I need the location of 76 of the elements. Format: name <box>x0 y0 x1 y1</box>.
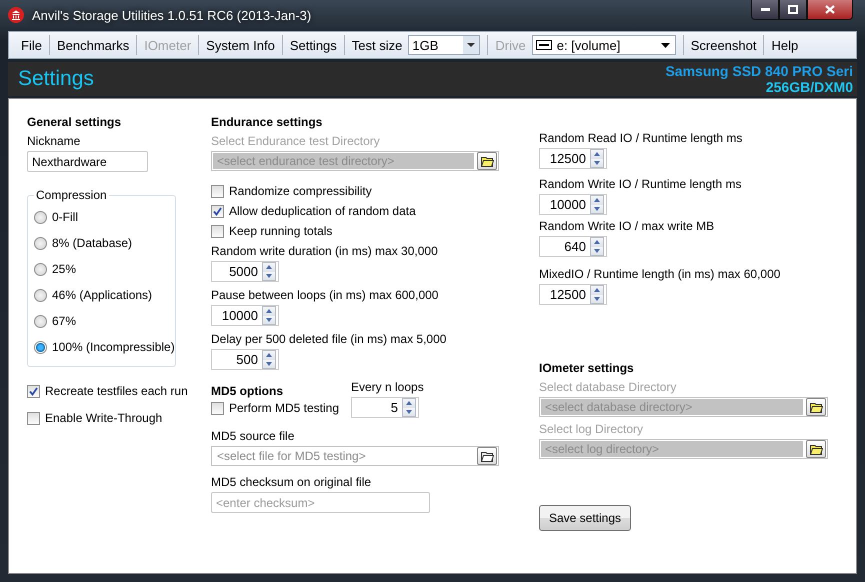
drive-label: Drive <box>494 38 527 52</box>
radio-label: 25% <box>52 262 76 276</box>
radio-button[interactable] <box>34 210 47 224</box>
maximize-button[interactable] <box>779 0 807 20</box>
drive-icon <box>536 40 552 50</box>
number-spinner[interactable]: 10000 <box>211 305 279 326</box>
app-icon <box>8 7 24 23</box>
radio-label: 46% (Applications) <box>52 288 152 302</box>
field-label: Select log Directory <box>539 422 644 436</box>
checkbox[interactable] <box>211 402 224 414</box>
checkbox-label: Randomize compressibility <box>229 184 372 198</box>
field-label: MixedIO / Runtime length (in ms) max 60,000 <box>539 267 780 281</box>
checkbox-label: Recreate testfiles each run <box>45 384 188 398</box>
number-spinner[interactable]: 12500 <box>539 148 607 169</box>
checkbox[interactable] <box>211 224 224 238</box>
dropdown-arrow-icon <box>660 42 670 48</box>
maximize-icon <box>788 5 798 14</box>
menu-item[interactable]: Benchmarks <box>50 38 136 52</box>
radio-label: 100% (Incompressible) <box>52 340 175 354</box>
minimize-button[interactable] <box>751 0 779 20</box>
checkbox[interactable] <box>211 184 224 198</box>
menu-item[interactable]: File <box>15 38 48 52</box>
section-heading: MD5 options <box>211 384 284 398</box>
menu-item[interactable]: Help <box>765 38 804 52</box>
checkbox[interactable] <box>211 204 224 218</box>
radio-button[interactable] <box>34 262 47 276</box>
radio-label: 0-Fill <box>52 210 78 224</box>
field-label: Random write duration (in ms) max 30,000 <box>211 244 438 258</box>
number-spinner[interactable]: 10000 <box>539 194 607 215</box>
radio-button[interactable] <box>34 340 47 354</box>
field-label: Select database Directory <box>539 380 676 394</box>
test-size-dropdown[interactable]: 1GB <box>408 35 480 55</box>
radio-button[interactable] <box>34 288 47 302</box>
menu-item[interactable]: System Info <box>200 38 281 52</box>
checkbox[interactable] <box>27 384 40 398</box>
field-label: Nickname <box>27 134 80 148</box>
radio-button[interactable] <box>34 236 47 250</box>
field-label: Every n loops <box>351 380 424 394</box>
section-heading: General settings <box>27 115 122 129</box>
nickname-field[interactable]: Nexthardware <box>27 151 148 172</box>
number-spinner[interactable]: 5 <box>351 397 419 418</box>
section-heading: IOmeter settings <box>539 361 634 375</box>
field-label: Random Write IO / max write MB <box>539 219 714 233</box>
number-spinner[interactable]: 640 <box>539 236 607 257</box>
checksum-field[interactable]: <enter checksum> <box>211 492 430 513</box>
minimize-icon <box>760 8 770 11</box>
checkbox-label: Enable Write-Through <box>45 411 162 425</box>
field-label: MD5 checksum on original file <box>211 475 372 489</box>
page-title: Settings <box>18 67 94 91</box>
close-icon <box>825 5 835 14</box>
checkbox-label: Perform MD5 testing <box>229 401 340 415</box>
radio-button[interactable] <box>34 314 47 328</box>
menu-item[interactable]: Settings <box>284 38 343 52</box>
radio-label: 8% (Database) <box>52 236 132 250</box>
window-title: Anvil's Storage Utilities 1.0.51 RC6 (2013-Jan-3) <box>32 8 312 22</box>
field-label: Delay per 500 deleted file (in ms) max 5,000 <box>211 332 446 346</box>
checkbox-label: Keep running totals <box>229 224 332 238</box>
field-label: Random Read IO / Runtime length ms <box>539 131 742 145</box>
checkbox[interactable] <box>27 412 40 424</box>
device-name: Samsung SSD 840 PRO Seri <box>665 63 853 79</box>
field-label: Random Write IO / Runtime length ms <box>539 177 742 191</box>
radio-label: 67% <box>52 314 76 328</box>
field-label: MD5 source file <box>211 429 294 443</box>
number-spinner[interactable]: 12500 <box>539 284 607 305</box>
number-spinner[interactable]: 5000 <box>211 261 279 282</box>
device-name: 256GB/DXM0 <box>766 79 853 95</box>
field-label: Select Endurance test Directory <box>211 134 380 148</box>
checkbox-label: Allow deduplication of random data <box>229 204 416 218</box>
section-heading: Endurance settings <box>211 115 322 129</box>
menu-item[interactable]: Screenshot <box>684 38 762 52</box>
save-button[interactable]: Save settings <box>539 505 631 531</box>
field-label: Pause between loops (in ms) max 600,000 <box>211 288 438 302</box>
number-spinner[interactable]: 500 <box>211 349 279 370</box>
close-button[interactable] <box>807 0 853 20</box>
group-legend: Compression <box>34 188 109 202</box>
test-size-label: Test size <box>350 38 404 52</box>
